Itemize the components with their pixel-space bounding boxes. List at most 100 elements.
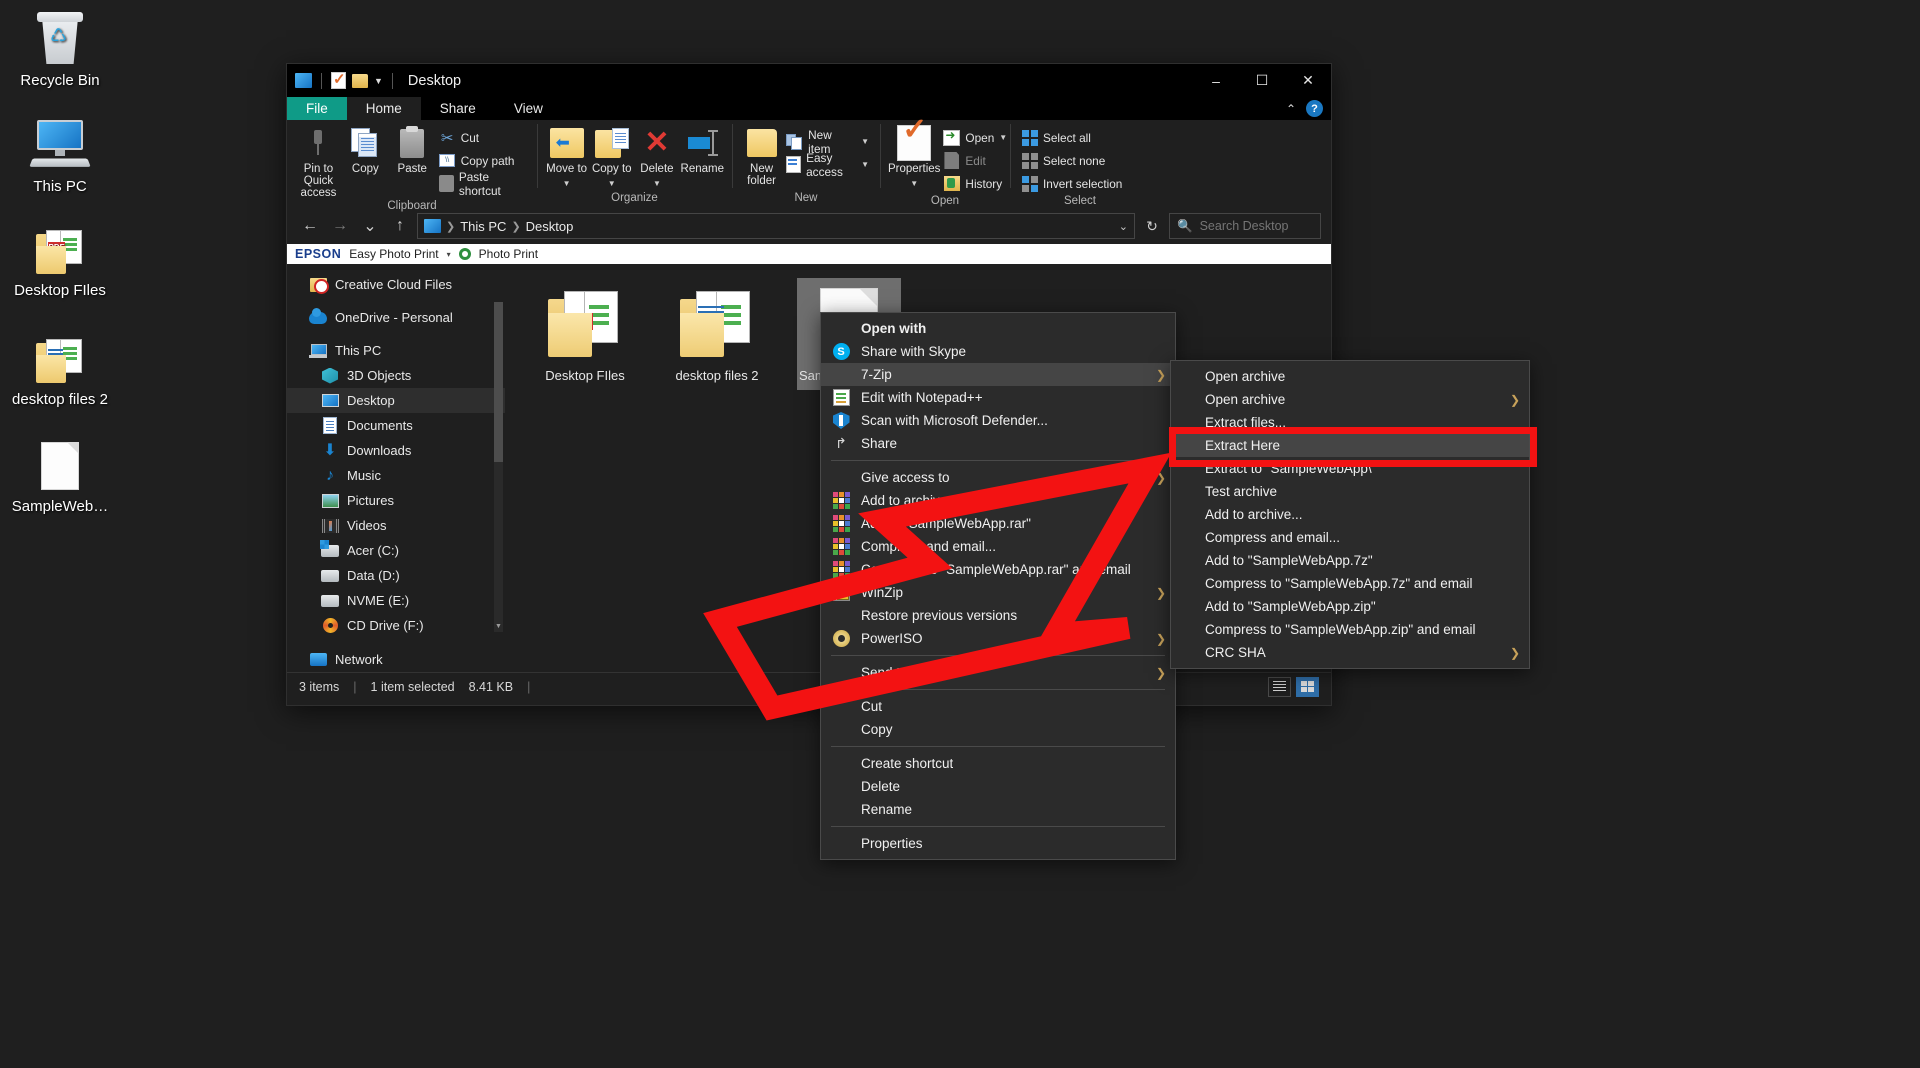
- tab-home[interactable]: Home: [347, 97, 421, 120]
- nav-item-3d-objects[interactable]: 3D Objects: [287, 363, 505, 388]
- context-menu-item-open-with[interactable]: Open with: [821, 317, 1175, 340]
- chevron-down-icon[interactable]: ▼: [999, 133, 1007, 142]
- nav-item-nvme-e[interactable]: NVME (E:): [287, 588, 505, 613]
- copy-button[interactable]: Copy: [342, 124, 389, 175]
- search-box[interactable]: 🔍: [1169, 213, 1321, 239]
- nav-item-onedrive[interactable]: OneDrive - Personal: [287, 305, 505, 330]
- search-input[interactable]: [1200, 219, 1310, 233]
- desktop-icon-desktop-files-2[interactable]: desktop files 2: [0, 325, 120, 409]
- chevron-down-icon[interactable]: ▼: [861, 160, 869, 169]
- history-button[interactable]: History: [940, 173, 1010, 194]
- nav-item-desktop[interactable]: Desktop: [287, 388, 505, 413]
- context-menu-item-give-access-to[interactable]: Give access to ❯: [821, 466, 1175, 489]
- invert-selection-button[interactable]: Invert selection: [1018, 173, 1125, 194]
- submenu-item-add-to-archive[interactable]: Add to archive...: [1171, 503, 1529, 526]
- new-item-button[interactable]: New item ▼: [783, 131, 872, 152]
- context-menu-item-create-shortcut[interactable]: Create shortcut: [821, 752, 1175, 775]
- nav-item-music[interactable]: ♪ Music: [287, 463, 505, 488]
- tab-file[interactable]: File: [287, 97, 347, 120]
- context-menu-item-7-zip[interactable]: 7-Zip ❯: [821, 363, 1175, 386]
- chevron-down-icon[interactable]: ▼: [653, 178, 661, 190]
- desktop-icon-recycle-bin[interactable]: ♺ Recycle Bin: [0, 6, 120, 90]
- close-button[interactable]: ✕: [1285, 64, 1331, 97]
- help-icon[interactable]: ?: [1306, 100, 1323, 117]
- context-menu-item-compress-to-rar-and-email[interactable]: Compress to "SampleWebApp.rar" and email: [821, 558, 1175, 581]
- nav-pane-scrollbar[interactable]: ▼: [494, 302, 503, 632]
- scroll-down-icon[interactable]: ▼: [494, 621, 503, 632]
- copy-path-button[interactable]: \\ Copy path: [436, 150, 529, 171]
- context-menu-item-scan-with-defender[interactable]: Scan with Microsoft Defender...: [821, 409, 1175, 432]
- desktop-icon-desktop-files[interactable]: PDF Desktop FIles: [0, 216, 120, 300]
- submenu-item-add-to-zip[interactable]: Add to "SampleWebApp.zip": [1171, 595, 1529, 618]
- submenu-item-compress-and-email[interactable]: Compress and email...: [1171, 526, 1529, 549]
- context-menu-item-delete[interactable]: Delete: [821, 775, 1175, 798]
- move-to-button[interactable]: ⬅ Move to ▼: [545, 124, 588, 190]
- file-item[interactable]: desktop files 2: [665, 278, 769, 390]
- nav-item-cd-drive-f[interactable]: CD Drive (F:): [287, 613, 505, 638]
- nav-item-network[interactable]: Network: [287, 647, 505, 672]
- submenu-item-crc-sha[interactable]: CRC SHA ❯: [1171, 641, 1529, 664]
- new-folder-button[interactable]: New folder: [740, 124, 783, 187]
- context-menu-item-rename[interactable]: Rename: [821, 798, 1175, 821]
- recent-locations-button[interactable]: ⌄: [357, 213, 383, 239]
- context-menu-item-poweriso[interactable]: PowerISO ❯: [821, 627, 1175, 650]
- large-icons-view-button[interactable]: [1296, 677, 1319, 697]
- tab-view[interactable]: View: [495, 97, 562, 120]
- nav-item-creative-cloud-files[interactable]: Creative Cloud Files: [287, 272, 505, 297]
- forward-button[interactable]: →: [327, 213, 353, 239]
- submenu-item-test-archive[interactable]: Test archive: [1171, 480, 1529, 503]
- context-menu-item-winzip[interactable]: WinZip ❯: [821, 581, 1175, 604]
- maximize-button[interactable]: ☐: [1239, 64, 1285, 97]
- submenu-item-open-archive[interactable]: Open archive: [1171, 365, 1529, 388]
- scrollbar-thumb[interactable]: [494, 302, 503, 462]
- chevron-down-icon[interactable]: ▼: [861, 137, 869, 146]
- copy-to-button[interactable]: Copy to ▼: [590, 124, 633, 190]
- breadcrumb-this-pc[interactable]: This PC: [460, 219, 506, 234]
- nav-item-pictures[interactable]: Pictures: [287, 488, 505, 513]
- paste-button[interactable]: Paste: [389, 124, 436, 175]
- collapse-ribbon-icon[interactable]: ⌃: [1286, 102, 1296, 116]
- desktop-icon-this-pc[interactable]: This PC: [0, 112, 120, 196]
- submenu-item-compress-to-zip-and-email[interactable]: Compress to "SampleWebApp.zip" and email: [1171, 618, 1529, 641]
- properties-icon[interactable]: [331, 72, 346, 89]
- submenu-item-compress-to-7z-and-email[interactable]: Compress to "SampleWebApp.7z" and email: [1171, 572, 1529, 595]
- select-none-button[interactable]: Select none: [1018, 150, 1125, 171]
- chevron-down-icon[interactable]: ▼: [374, 76, 383, 86]
- nav-item-this-pc[interactable]: This PC: [287, 338, 505, 363]
- refresh-button[interactable]: ↻: [1139, 213, 1165, 239]
- nav-item-documents[interactable]: Documents: [287, 413, 505, 438]
- tab-share[interactable]: Share: [421, 97, 495, 120]
- paste-shortcut-button[interactable]: Paste shortcut: [436, 173, 529, 194]
- context-menu-item-share-with-skype[interactable]: S Share with Skype: [821, 340, 1175, 363]
- context-menu-item-compress-and-email[interactable]: Compress and email...: [821, 535, 1175, 558]
- chevron-down-icon[interactable]: ▼: [910, 178, 918, 190]
- pin-to-quick-access-button[interactable]: Pin to Quick access: [295, 124, 342, 199]
- seven-zip-submenu[interactable]: Open archive Open archive ❯ Extract file…: [1170, 360, 1530, 669]
- chevron-down-icon[interactable]: ▼: [608, 178, 616, 190]
- submenu-item-add-to-7z[interactable]: Add to "SampleWebApp.7z": [1171, 549, 1529, 572]
- rename-button[interactable]: Rename: [681, 124, 724, 175]
- photo-print-label[interactable]: Photo Print: [479, 247, 538, 261]
- minimize-button[interactable]: ‒: [1193, 64, 1239, 97]
- file-item[interactable]: PDF Desktop FIles: [533, 278, 637, 390]
- context-menu-item-cut[interactable]: Cut: [821, 695, 1175, 718]
- explorer-icon[interactable]: [295, 73, 312, 88]
- select-all-button[interactable]: Select all: [1018, 127, 1125, 148]
- nav-item-acer-c[interactable]: Acer (C:): [287, 538, 505, 563]
- nav-item-videos[interactable]: Videos: [287, 513, 505, 538]
- properties-button[interactable]: Properties ▼: [888, 124, 940, 190]
- nav-item-downloads[interactable]: ⬇ Downloads: [287, 438, 505, 463]
- open-button[interactable]: Open ▼: [940, 127, 1010, 148]
- context-menu-item-copy[interactable]: Copy: [821, 718, 1175, 741]
- nav-item-data-d[interactable]: Data (D:): [287, 563, 505, 588]
- context-menu-item-add-to-archive[interactable]: Add to archive...: [821, 489, 1175, 512]
- context-menu-item-share[interactable]: ↱ Share: [821, 432, 1175, 455]
- context-menu[interactable]: Open with S Share with Skype 7-Zip ❯ Edi…: [820, 312, 1176, 860]
- up-button[interactable]: ↑: [387, 213, 413, 239]
- delete-button[interactable]: ✕ Delete ▼: [635, 124, 678, 190]
- new-folder-icon[interactable]: [352, 74, 368, 88]
- context-menu-item-properties[interactable]: Properties: [821, 832, 1175, 855]
- easy-access-button[interactable]: Easy access ▼: [783, 154, 872, 175]
- desktop-icon-samplewebapp[interactable]: SampleWeb…: [0, 432, 120, 516]
- chevron-down-icon[interactable]: ▾: [447, 250, 451, 259]
